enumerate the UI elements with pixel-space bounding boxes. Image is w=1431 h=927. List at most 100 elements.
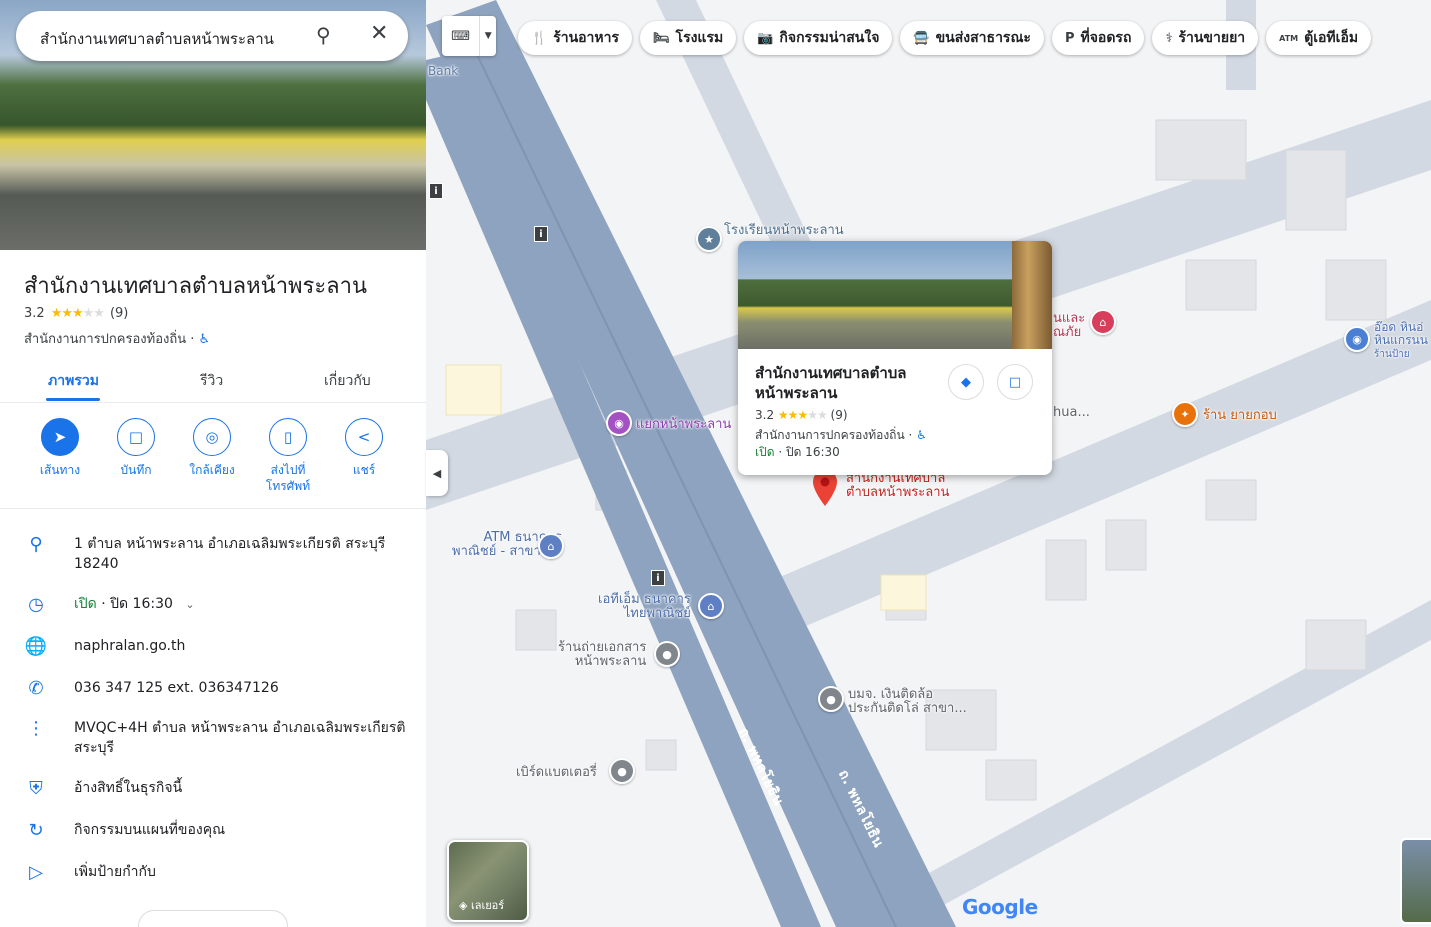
edge1-line1: นและ	[1053, 311, 1086, 326]
shop-icon[interactable]: ●	[654, 641, 680, 667]
tab-overview[interactable]: ภาพรวม	[48, 370, 99, 392]
bookmark-icon: □	[1008, 374, 1022, 390]
chip-restaurants[interactable]: 🍴 ร้านอาหาร	[518, 21, 633, 55]
insurance-line1: บมจ. เงินติดล้อ	[848, 687, 934, 702]
info-icon[interactable]: i	[534, 226, 548, 242]
star-rating-icon: ★★★★★	[50, 306, 105, 321]
camera-icon[interactable]: ◉	[606, 410, 632, 436]
search-input[interactable]: สำนักงานเทศบาลตำบลหน้าพระลาน	[40, 27, 274, 51]
save-button[interactable]: □ บันทึก	[98, 418, 174, 478]
tab-bar: ภาพรวม รีวิว เกี่ยวกับ	[0, 360, 426, 403]
directions-button[interactable]: ➤ เส้นทาง	[22, 418, 98, 478]
card-photo-main[interactable]	[738, 241, 1012, 349]
map-label-right[interactable]: อ๊อด หินอ่ หินแกรนน ร้านป้าย	[1374, 321, 1428, 361]
map-label-junction[interactable]: แยกหน้าพระลาน	[636, 418, 731, 432]
address-row[interactable]: ⚲ 1 ตำบล หน้าพระลาน อำเภอเฉลิมพระเกียรติ…	[24, 534, 408, 576]
card-save-button[interactable]: □	[997, 364, 1033, 400]
place-rating[interactable]: 3.2 ★★★★★ (9)	[24, 306, 128, 321]
keyboard-shortcut-button[interactable]: ⌨ ▼	[442, 16, 496, 56]
website-link[interactable]: naphralan.go.th	[74, 636, 408, 656]
star-rating-icon: ★★★★★	[777, 408, 828, 422]
place-title: สำนักงานเทศบาลตำบลหน้าพระลาน	[24, 274, 368, 299]
map-label-atm2[interactable]: เอทีเอ็ม ธนาคาร ไทยพาณิชย์	[598, 593, 691, 621]
website-row[interactable]: 🌐 naphralan.go.th	[24, 636, 408, 658]
map-label-school[interactable]: โรงเรียนหน้าพระลาน	[724, 224, 844, 238]
chip-label: ร้านขายยา	[1178, 30, 1246, 46]
map-label-pin[interactable]: สำนักงานเทศบาล ตำบลหน้าพระลาน	[846, 472, 949, 500]
chip-label: กิจกรรมน่าสนใจ	[779, 30, 880, 46]
school-icon[interactable]: ★	[696, 226, 722, 252]
place-hover-card[interactable]: สำนักงานเทศบาลตำบลหน้าพระลาน ◆ □ 3.2 ★★★…	[738, 241, 1052, 475]
tab-reviews[interactable]: รีวิว	[200, 370, 223, 392]
map-label-edge1[interactable]: นและ ณภัย	[1053, 312, 1085, 340]
map-label-battery[interactable]: เบิร์ดแบตเตอรี่	[516, 766, 597, 780]
close-icon[interactable]: ✕	[370, 21, 388, 46]
photocopy-line2: หน้าพระลาน	[574, 654, 647, 669]
street-view-thumbnail[interactable]	[1400, 838, 1431, 924]
chip-attractions[interactable]: 📷 กิจกรรมน่าสนใจ	[744, 21, 893, 55]
card-photos[interactable]	[738, 241, 1052, 349]
phone-row[interactable]: ✆ 036 347 125 ext. 036347126	[24, 678, 408, 700]
selected-place-pin-icon[interactable]	[812, 470, 838, 506]
card-photo-secondary[interactable]	[1012, 241, 1052, 349]
more-button[interactable]	[138, 910, 288, 927]
restaurant-icon[interactable]: ✦	[1172, 401, 1198, 427]
layers-button[interactable]: ◈ เลเยอร์	[447, 840, 529, 922]
label-row[interactable]: ▷ เพิ่มป้ายกำกับ	[24, 862, 408, 884]
camera-icon: 📷	[757, 30, 774, 46]
atm2-line1: เอทีเอ็ม ธนาคาร	[598, 592, 691, 607]
map-canvas[interactable]: ⌨ ▼ 🍴 ร้านอาหาร 🛏 โรงแรม 📷 กิจกรรมน่าสนใจ 🚍…	[426, 0, 1431, 927]
chip-pharmacy[interactable]: ⚕ ร้านขายยา	[1152, 21, 1259, 55]
right-line1: อ๊อด หินอ่	[1374, 320, 1424, 334]
collapse-panel-button[interactable]: ◀	[426, 450, 448, 496]
phone-icon: ✆	[28, 678, 44, 699]
shop-icon[interactable]: ●	[609, 758, 635, 784]
government-icon[interactable]: ⌂	[1090, 309, 1116, 335]
right-line2: หินแกรนน	[1374, 333, 1428, 347]
map-label-restaurant[interactable]: ร้าน ยายกอบ	[1203, 409, 1277, 423]
claim-row[interactable]: ⛨ อ้างสิทธิ์ในธุรกิจนี้	[24, 778, 408, 800]
nearby-button[interactable]: ◎ ใกล้เคียง	[174, 418, 250, 478]
card-title: สำนักงานเทศบาลตำบลหน้าพระลาน	[755, 364, 907, 402]
map-label-photocopy[interactable]: ร้านถ่ายเอกสาร หน้าพระลาน	[558, 641, 646, 669]
tab-about[interactable]: เกี่ยวกับ	[324, 370, 371, 392]
send-to-phone-icon: ▯	[269, 418, 307, 456]
chevron-down-icon[interactable]: ▼	[479, 16, 496, 56]
edge1-line2: ณภัย	[1053, 325, 1082, 340]
chip-hotels[interactable]: 🛏 โรงแรม	[640, 21, 737, 55]
chip-transit[interactable]: 🚍 ขนส่งสาธารณะ	[900, 21, 1044, 55]
plus-code-row[interactable]: ⋮ MVQC+4H ตำบล หน้าพระลาน อำเภอเฉลิมพระเ…	[24, 718, 408, 760]
activity-row[interactable]: ↻ กิจกรรมบนแผนที่ของคุณ	[24, 820, 408, 842]
location-pin-icon: ⚲	[29, 534, 43, 555]
directions-label: เส้นทาง	[39, 463, 81, 477]
map-label-bank[interactable]: Bank	[428, 64, 458, 78]
atm2-line2: ไทยพาณิชย์	[623, 606, 691, 621]
info-icon[interactable]: i	[651, 570, 665, 586]
bank-icon[interactable]: ⌂	[538, 533, 564, 559]
directions-icon: ◆	[961, 374, 971, 390]
search-icon[interactable]: ⚲	[316, 23, 331, 47]
hours-row[interactable]: ◷ เปิด · ปิด 16:30 ⌄	[24, 594, 408, 616]
chip-parking[interactable]: P ที่จอดรถ	[1051, 21, 1145, 55]
chip-atm[interactable]: ATM ตู้เอทีเอ็ม	[1266, 21, 1372, 55]
card-close-time: · ปิด 16:30	[774, 445, 840, 459]
send-to-phone-button[interactable]: ▯ ส่งไปที่ โทรศัพท์	[250, 418, 326, 494]
chevron-down-icon[interactable]: ⌄	[185, 598, 194, 611]
wheelchair-icon[interactable]: ♿	[199, 332, 211, 347]
nearby-icon: ◎	[193, 418, 231, 456]
shop-icon[interactable]: ●	[818, 686, 844, 712]
address-text: 1 ตำบล หน้าพระลาน อำเภอเฉลิมพระเกียรติ ส…	[74, 536, 386, 572]
card-directions-button[interactable]: ◆	[948, 364, 984, 400]
search-box[interactable]: สำนักงานเทศบาลตำบลหน้าพระลาน ⚲ ✕	[16, 11, 408, 61]
category-text: สำนักงานการปกครองท้องถิ่น ·	[24, 332, 195, 347]
map-label-insurance[interactable]: บมจ. เงินติดล้อ ประกันติดโล่ สาขา...	[848, 688, 967, 716]
info-icon[interactable]: i	[429, 183, 443, 199]
card-open-status: เปิด	[755, 445, 775, 459]
share-button[interactable]: < แชร์	[326, 418, 402, 478]
map-label-edge2[interactable]: hua...	[1053, 406, 1090, 420]
bank-icon[interactable]: ⌂	[698, 593, 724, 619]
hotel-icon: 🛏	[653, 30, 670, 46]
building-yellow	[445, 364, 502, 416]
review-count[interactable]: (9)	[110, 306, 128, 321]
shop-icon[interactable]: ◉	[1344, 326, 1370, 352]
